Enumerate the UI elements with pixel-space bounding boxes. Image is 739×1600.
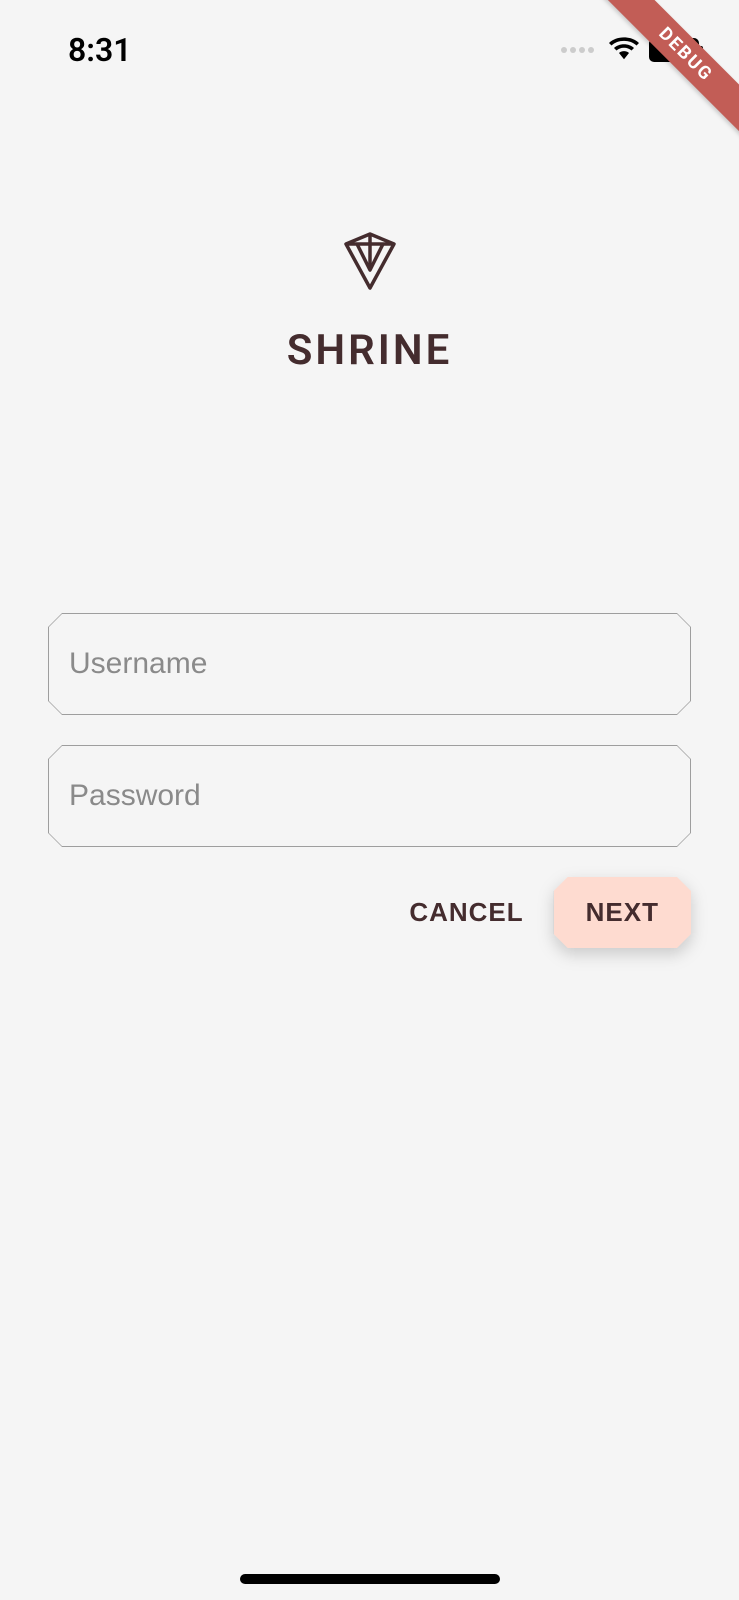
- wifi-icon: [609, 36, 639, 64]
- cancel-button[interactable]: CANCEL: [399, 877, 533, 948]
- password-input[interactable]: [69, 779, 670, 813]
- password-field-border: [48, 745, 691, 847]
- diamond-icon: [340, 230, 400, 296]
- app-title: SHRINE: [287, 326, 453, 375]
- username-input[interactable]: [69, 647, 670, 681]
- logo-section: SHRINE: [48, 230, 691, 375]
- login-form: CANCEL NEXT: [48, 613, 691, 948]
- home-indicator[interactable]: [240, 1574, 500, 1584]
- signal-dots-icon: [561, 47, 594, 53]
- next-button[interactable]: NEXT: [554, 877, 691, 948]
- button-row: CANCEL NEXT: [48, 877, 691, 948]
- username-field-border: [48, 613, 691, 715]
- status-time: 8:31: [68, 31, 132, 69]
